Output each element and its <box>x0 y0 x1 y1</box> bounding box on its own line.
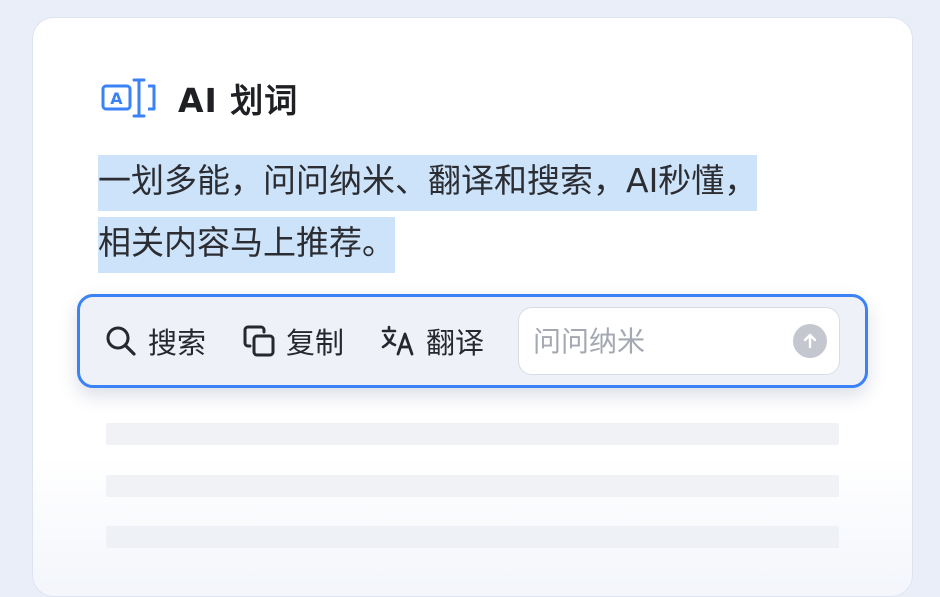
search-icon <box>106 326 136 356</box>
search-button[interactable]: 搜索 <box>104 320 206 362</box>
placeholder-line <box>106 423 839 445</box>
send-button[interactable] <box>793 324 828 358</box>
text-selection-icon: A <box>101 78 156 118</box>
search-button-label: 搜索 <box>148 326 207 360</box>
arrow-up-icon <box>803 333 817 349</box>
description-line-2: 相关内容马上推荐。 <box>98 217 395 273</box>
description-line-1: 一划多能，问问纳米、翻译和搜索，AI秒懂， <box>98 155 758 211</box>
card-title: AI 划词 <box>178 81 299 120</box>
selection-toolbar: 搜索 复制 翻译 <box>77 294 868 388</box>
icon-letter: A <box>110 89 123 108</box>
translate-button-label: 翻译 <box>426 326 485 360</box>
placeholder-line <box>106 475 839 497</box>
placeholder-line <box>106 526 839 548</box>
copy-button[interactable]: 复制 <box>242 320 344 362</box>
copy-button-label: 复制 <box>286 326 345 360</box>
card-header: A AI 划词 <box>101 76 298 120</box>
ask-nano-box <box>518 307 841 375</box>
feature-card: A AI 划词 一划多能，问问纳米、翻译和搜索，AI秒懂， 相关内容马上推荐。 搜… <box>32 17 913 597</box>
translate-icon <box>381 325 414 356</box>
ask-nano-input[interactable] <box>533 324 794 358</box>
translate-button[interactable]: 翻译 <box>380 320 484 362</box>
copy-icon <box>243 325 275 357</box>
selected-description[interactable]: 一划多能，问问纳米、翻译和搜索，AI秒懂， 相关内容马上推荐。 <box>98 150 858 274</box>
